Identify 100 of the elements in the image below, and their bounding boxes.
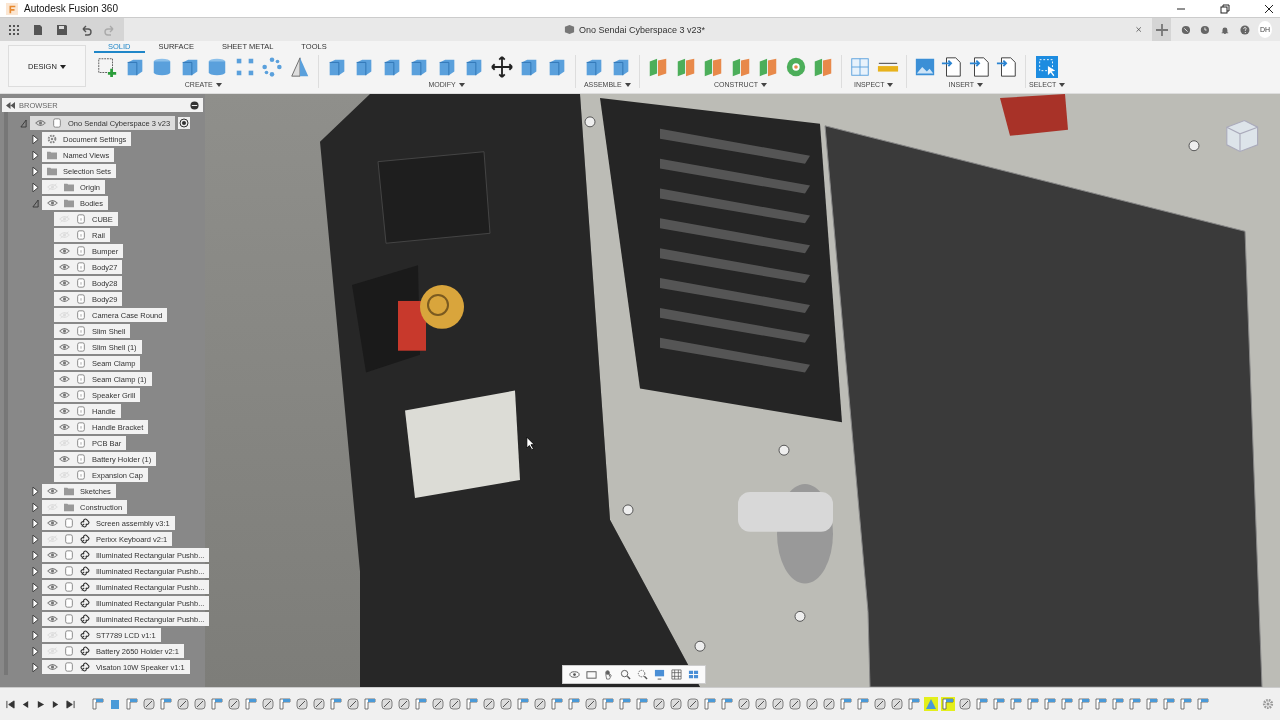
- file-icon[interactable]: [996, 56, 1018, 78]
- sketch-feature-icon[interactable]: [415, 698, 427, 710]
- collapse-panel-icon[interactable]: [6, 100, 15, 110]
- component-feature-icon[interactable]: [755, 698, 767, 710]
- clock-icon[interactable]: [1200, 23, 1211, 36]
- sketch-feature-icon[interactable]: [517, 698, 529, 710]
- component-feature-icon[interactable]: [891, 698, 903, 710]
- expand-arrow-icon[interactable]: [32, 486, 39, 496]
- expand-arrow-icon[interactable]: [32, 614, 39, 624]
- component-feature-icon[interactable]: [398, 698, 410, 710]
- sketch-feature-icon[interactable]: [976, 698, 988, 710]
- extrude-feature-icon[interactable]: [109, 698, 121, 710]
- sketch-feature-icon[interactable]: [1044, 698, 1056, 710]
- point-icon[interactable]: [784, 56, 807, 78]
- component-feature-icon[interactable]: [653, 698, 665, 710]
- plane-feature-icon[interactable]: [925, 698, 937, 710]
- component-feature-icon[interactable]: [432, 698, 444, 710]
- sketch-feature-icon[interactable]: [619, 698, 631, 710]
- component-feature-icon[interactable]: [194, 698, 206, 710]
- minimize-panel-icon[interactable]: [190, 100, 199, 110]
- plane-icon[interactable]: [647, 56, 669, 78]
- component-feature-icon[interactable]: [789, 698, 801, 710]
- look-at-icon[interactable]: [586, 669, 597, 680]
- component-feature-icon[interactable]: [823, 698, 835, 710]
- visibility-eye-icon[interactable]: [59, 455, 70, 463]
- visibility-eye-icon[interactable]: [59, 247, 70, 255]
- sketch-feature-icon[interactable]: [1010, 698, 1022, 710]
- sketch-feature-icon[interactable]: [364, 698, 376, 710]
- component-feature-icon[interactable]: [143, 698, 155, 710]
- new-tab-button[interactable]: [1152, 18, 1171, 41]
- visibility-eye-icon[interactable]: [59, 295, 70, 303]
- visibility-eye-icon[interactable]: [59, 279, 70, 287]
- expand-arrow-icon[interactable]: [32, 134, 39, 144]
- visibility-eye-icon[interactable]: [59, 343, 70, 351]
- sketch-feature-icon[interactable]: [1095, 698, 1107, 710]
- play-icon[interactable]: [36, 699, 45, 709]
- sketch-icon[interactable]: [96, 56, 118, 78]
- plane-icon[interactable]: [812, 56, 834, 78]
- undo-icon[interactable]: [80, 23, 92, 36]
- mirror-icon[interactable]: [288, 56, 311, 78]
- component-feature-icon[interactable]: [296, 698, 308, 710]
- restore-icon[interactable]: [1220, 3, 1230, 14]
- sketch-feature-icon[interactable]: [942, 698, 954, 710]
- visibility-eye-icon[interactable]: [59, 423, 70, 431]
- component-feature-icon[interactable]: [177, 698, 189, 710]
- component-feature-icon[interactable]: [670, 698, 682, 710]
- sketch-feature-icon[interactable]: [721, 698, 733, 710]
- sketch-feature-icon[interactable]: [1061, 698, 1073, 710]
- circular-pattern-icon[interactable]: [261, 56, 283, 78]
- close-tab-icon[interactable]: [1135, 25, 1143, 34]
- visibility-eye-icon[interactable]: [47, 599, 58, 607]
- cylinder-icon[interactable]: [151, 56, 173, 78]
- sketch-feature-icon[interactable]: [1180, 698, 1192, 710]
- visibility-eye-icon[interactable]: [47, 487, 58, 495]
- component-feature-icon[interactable]: [687, 698, 699, 710]
- sketch-feature-icon[interactable]: [908, 698, 920, 710]
- sketch-feature-icon[interactable]: [636, 698, 648, 710]
- expand-arrow-icon[interactable]: [32, 166, 39, 176]
- component-feature-icon[interactable]: [874, 698, 886, 710]
- expand-arrow-icon[interactable]: [32, 582, 39, 592]
- file-icon[interactable]: [32, 23, 44, 36]
- zoom-icon[interactable]: [620, 669, 631, 680]
- plane-icon[interactable]: [757, 56, 779, 78]
- sketch-feature-icon[interactable]: [160, 698, 172, 710]
- sketch-feature-icon[interactable]: [1163, 698, 1175, 710]
- collapse-arrow-icon[interactable]: [20, 118, 27, 128]
- component-feature-icon[interactable]: [772, 698, 784, 710]
- expand-arrow-icon[interactable]: [32, 502, 39, 512]
- component-feature-icon[interactable]: [228, 698, 240, 710]
- settings-icon[interactable]: [1262, 698, 1274, 710]
- activate-radio-icon[interactable]: [178, 117, 191, 129]
- select-icon[interactable]: [1036, 56, 1059, 78]
- visibility-eye-icon[interactable]: [47, 663, 58, 671]
- expand-arrow-icon[interactable]: [32, 150, 39, 160]
- svg-file-icon[interactable]: [941, 56, 963, 78]
- save-icon[interactable]: [56, 23, 68, 36]
- expand-arrow-icon[interactable]: [32, 662, 39, 672]
- grid-icon[interactable]: [671, 669, 682, 680]
- sketch-feature-icon[interactable]: [1027, 698, 1039, 710]
- component-feature-icon[interactable]: [738, 698, 750, 710]
- sketch-feature-icon[interactable]: [1078, 698, 1090, 710]
- sketch-feature-icon[interactable]: [568, 698, 580, 710]
- component-feature-icon[interactable]: [534, 698, 546, 710]
- component-feature-icon[interactable]: [585, 698, 597, 710]
- visibility-eye-icon[interactable]: [47, 551, 58, 559]
- step-back-icon[interactable]: [21, 699, 30, 709]
- visibility-eye-icon[interactable]: [59, 375, 70, 383]
- sketch-feature-icon[interactable]: [993, 698, 1005, 710]
- component-feature-icon[interactable]: [806, 698, 818, 710]
- expand-arrow-icon[interactable]: [32, 534, 39, 544]
- component-feature-icon[interactable]: [262, 698, 274, 710]
- expand-arrow-icon[interactable]: [32, 598, 39, 608]
- expand-arrow-icon[interactable]: [32, 182, 39, 192]
- go-to-end-icon[interactable]: [66, 699, 75, 709]
- move-icon[interactable]: [490, 56, 513, 78]
- step-forward-icon[interactable]: [51, 699, 60, 709]
- visibility-eye-icon[interactable]: [47, 199, 58, 207]
- component-feature-icon[interactable]: [381, 698, 393, 710]
- visibility-eye-icon[interactable]: [47, 519, 58, 527]
- app-grid-icon[interactable]: [8, 23, 20, 36]
